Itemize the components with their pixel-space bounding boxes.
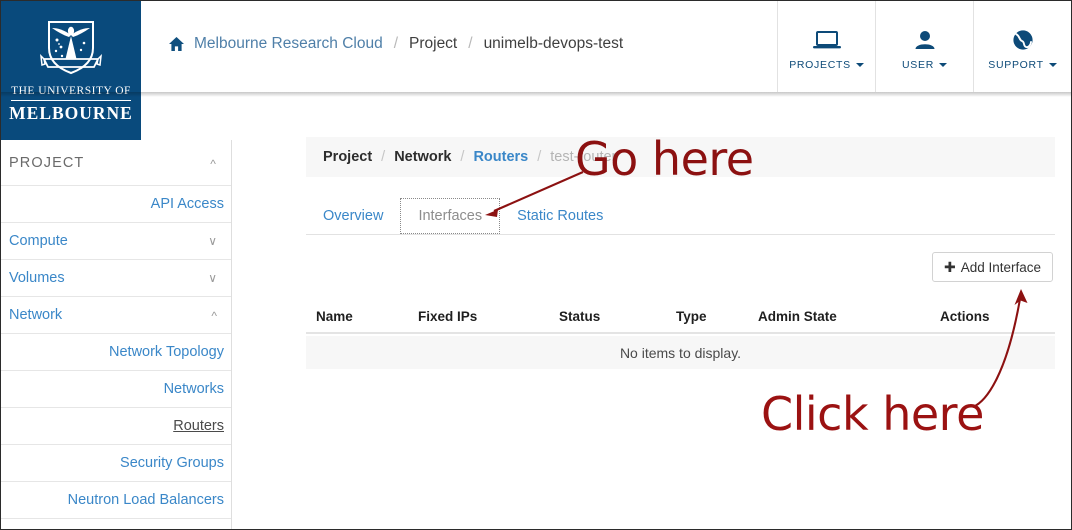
- empty-message: No items to display.: [619, 344, 742, 361]
- browser-page: THE UNIVERSITY OF MELBOURNE Melbourne Re…: [0, 0, 1072, 530]
- breadcrumb-item-current-project: unimelb-devops-test: [483, 35, 624, 52]
- user-icon: [912, 22, 938, 52]
- sidebar-section-project[interactable]: PROJECT ^: [1, 140, 231, 186]
- globe-icon: [1010, 22, 1036, 52]
- chevron-up-icon: ^: [210, 156, 217, 171]
- header-breadcrumb: Melbourne Research Cloud / Project / uni…: [168, 35, 623, 53]
- tab-overview[interactable]: Overview: [306, 198, 400, 234]
- crumb-separator: /: [381, 149, 386, 165]
- column-header-name[interactable]: Name: [316, 309, 353, 324]
- sidebar-item-label: Network Topology: [109, 344, 224, 360]
- sidebar-item-label: Compute: [9, 233, 68, 249]
- column-header-type[interactable]: Type: [676, 309, 707, 324]
- sidebar-item-label: Security Groups: [120, 455, 224, 471]
- tab-interfaces[interactable]: Interfaces: [400, 198, 501, 234]
- sidebar-item-label: Neutron Load Balancers: [67, 492, 224, 508]
- sidebar-nav: PROJECT ^ API Access Compute ∨ Volumes ∨ Netw…: [1, 140, 232, 529]
- breadcrumb-separator: /: [393, 35, 398, 52]
- sidebar-item-network-topology[interactable]: Network Topology: [1, 334, 231, 371]
- sidebar-item-neutron-load-balancers[interactable]: Neutron Load Balancers: [1, 482, 231, 519]
- university-crest-icon: [38, 12, 104, 83]
- tab-static-routes[interactable]: Static Routes: [500, 198, 620, 234]
- router-tabs: Overview Interfaces Static Routes: [306, 198, 1055, 235]
- chevron-down-icon: [938, 63, 947, 67]
- crumb-current-router: test-router: [550, 149, 617, 165]
- sidebar-item-network[interactable]: Network ^: [1, 297, 231, 334]
- logo-line-1: THE UNIVERSITY OF: [11, 85, 131, 101]
- plus-icon: ✚: [943, 259, 956, 275]
- add-interface-button[interactable]: ✚ Add Interface: [931, 252, 1053, 282]
- main-content: Project / Network / Routers / test-route…: [233, 97, 1071, 529]
- university-logo[interactable]: THE UNIVERSITY OF MELBOURNE: [1, 1, 141, 140]
- sidebar-item-api-access[interactable]: API Access: [1, 186, 231, 223]
- projects-menu-button[interactable]: PROJECTS: [777, 1, 875, 92]
- chevron-up-icon: ^: [211, 309, 217, 323]
- crumb-separator: /: [537, 149, 542, 165]
- sidebar-item-routers[interactable]: Routers: [1, 408, 231, 445]
- crumb-network: Network: [394, 149, 452, 165]
- chevron-down-icon: ∨: [208, 234, 217, 248]
- support-menu-button[interactable]: SUPPORT: [973, 1, 1071, 92]
- interfaces-table-header: Name Fixed IPs Status Type Admin State Action…: [306, 301, 1055, 334]
- support-menu-label: SUPPORT: [988, 59, 1057, 71]
- sidebar-item-label: Network: [9, 307, 63, 323]
- sidebar-item-label: Routers: [173, 418, 224, 434]
- sidebar-item-label: API Access: [150, 196, 224, 212]
- sidebar-item-compute[interactable]: Compute ∨: [1, 223, 231, 260]
- table-empty-row: No items to display.: [306, 336, 1055, 369]
- sidebar-item-label: Volumes: [9, 270, 65, 286]
- sidebar-item-label: Networks: [163, 381, 224, 397]
- crumb-project: Project: [323, 149, 373, 165]
- sidebar-item-volumes[interactable]: Volumes ∨: [1, 260, 231, 297]
- column-header-fixed-ips[interactable]: Fixed IPs: [418, 309, 477, 324]
- crumb-separator: /: [460, 149, 465, 165]
- column-header-actions[interactable]: Actions: [940, 309, 990, 324]
- top-header: THE UNIVERSITY OF MELBOURNE Melbourne Re…: [1, 1, 1071, 140]
- column-header-admin-state[interactable]: Admin State: [758, 309, 837, 324]
- column-header-status[interactable]: Status: [559, 309, 600, 324]
- page-breadcrumb: Project / Network / Routers / test-route…: [306, 137, 1055, 177]
- user-menu-label: USER: [902, 59, 947, 71]
- sidebar-item-security-groups[interactable]: Security Groups: [1, 445, 231, 482]
- chevron-down-icon: ∨: [208, 271, 217, 285]
- sidebar-item-networks[interactable]: Networks: [1, 371, 231, 408]
- breadcrumb-item-project: Project: [409, 35, 458, 52]
- chevron-down-icon: [1048, 63, 1057, 67]
- logo-line-2: MELBOURNE: [9, 102, 133, 123]
- projects-menu-label: PROJECTS: [789, 59, 864, 71]
- chevron-down-icon: [855, 63, 864, 67]
- breadcrumb-item-cloud[interactable]: Melbourne Research Cloud: [194, 35, 383, 53]
- home-icon[interactable]: [168, 36, 185, 52]
- header-actions: PROJECTS USER SUPPORT: [777, 1, 1071, 92]
- sidebar-section-label: PROJECT: [9, 154, 85, 171]
- laptop-icon: [812, 22, 842, 52]
- add-interface-label: Add Interface: [960, 259, 1041, 275]
- breadcrumb-separator: /: [468, 35, 473, 52]
- user-menu-button[interactable]: USER: [875, 1, 973, 92]
- crumb-routers[interactable]: Routers: [473, 149, 528, 165]
